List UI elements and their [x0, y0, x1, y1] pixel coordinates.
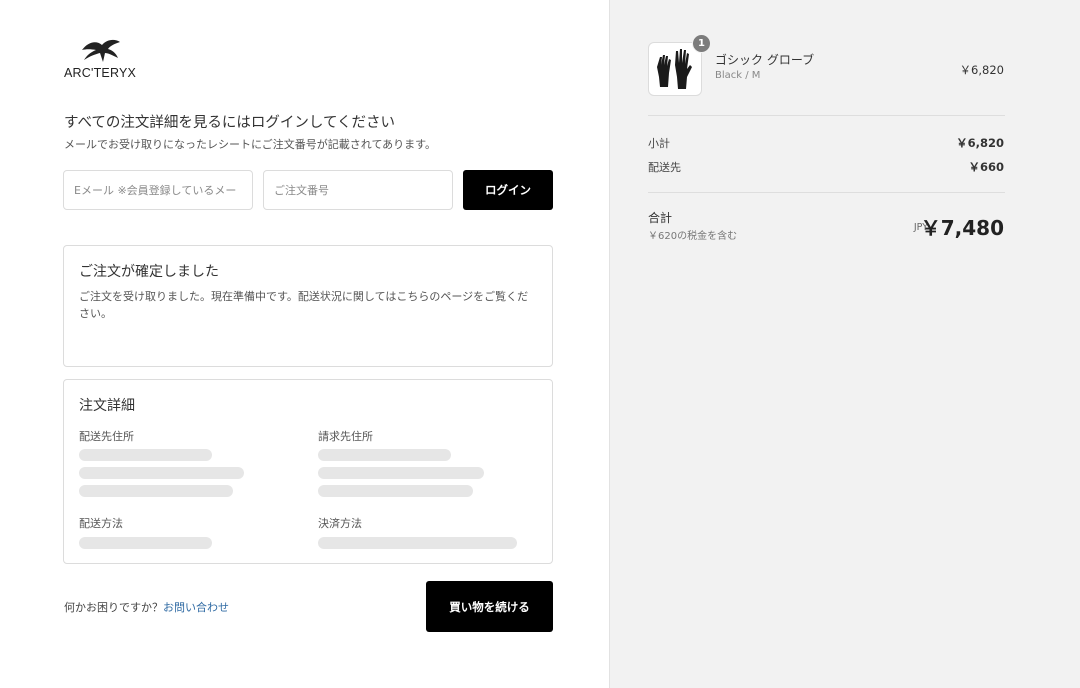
help-question: 何かお困りですか？ — [64, 601, 163, 614]
confirmation-title: ご注文が確定しました — [79, 264, 219, 280]
archaeopteryx-icon — [82, 39, 120, 62]
skeleton-line — [318, 485, 473, 497]
login-button[interactable]: ログイン — [463, 170, 553, 210]
product-variant: Black / M — [715, 70, 761, 81]
total-value: ￥7,480 — [920, 216, 1004, 240]
skeleton-line — [79, 485, 233, 497]
confirmation-text: ご注文を受け取りました。現在準備中です。配送状況に関してはこちらのページをご覧く… — [79, 290, 529, 320]
subtotal-label: 小計 — [648, 137, 670, 150]
skeleton-line — [318, 537, 517, 549]
help-text: 何かお困りですか？お問い合わせ — [64, 599, 229, 615]
contact-link[interactable]: お問い合わせ — [163, 601, 229, 614]
shipping-method-label: 配送方法 — [79, 517, 123, 530]
tax-note: ￥620の税金を含む — [648, 231, 738, 242]
order-details-card: 注文詳細 配送先住所 請求先住所 配送方法 決済方法 — [63, 379, 553, 564]
brand-logo[interactable]: ARC'TERYX — [64, 36, 140, 82]
order-number-input[interactable]: ご注文番号 — [263, 170, 453, 210]
skeleton-line — [318, 467, 484, 479]
continue-shopping-button[interactable]: 買い物を続ける — [426, 581, 553, 632]
product-name: ゴシック グローブ — [715, 53, 815, 67]
payment-method-label: 決済方法 — [318, 517, 362, 530]
shipping-address-label: 配送先住所 — [79, 430, 134, 443]
product-price: ￥6,820 — [959, 63, 1004, 77]
shipping-value: ￥660 — [968, 160, 1004, 174]
divider — [648, 115, 1005, 116]
subtotal-value: ￥6,820 — [956, 136, 1004, 150]
order-details-title: 注文詳細 — [79, 398, 135, 414]
login-subheading: メールでお受け取りになったレシートにご注文番号が記載されてあります。 — [64, 138, 437, 151]
skeleton-line — [79, 537, 212, 549]
total-label: 合計 — [648, 211, 673, 225]
login-heading: すべての注文詳細を見るにはログインしてください — [64, 115, 396, 131]
order-summary-panel: 1 ゴシック グローブ Black / M ￥6,820 小計 ￥6,820 配… — [609, 0, 1080, 688]
skeleton-line — [318, 449, 451, 461]
confirmation-card: ご注文が確定しました ご注文を受け取りました。現在準備中です。配送状況に関しては… — [63, 245, 553, 367]
quantity-badge: 1 — [692, 34, 711, 53]
brand-wordmark: ARC'TERYX — [64, 66, 137, 80]
divider — [648, 192, 1005, 193]
shipping-label: 配送先 — [648, 161, 681, 174]
billing-address-label: 請求先住所 — [318, 430, 373, 443]
skeleton-line — [79, 449, 212, 461]
email-input[interactable]: Eメール ※会員登録しているメー — [63, 170, 253, 210]
main-panel: ARC'TERYX すべての注文詳細を見るにはログインしてください メールでお受… — [0, 0, 609, 688]
skeleton-line — [79, 467, 244, 479]
